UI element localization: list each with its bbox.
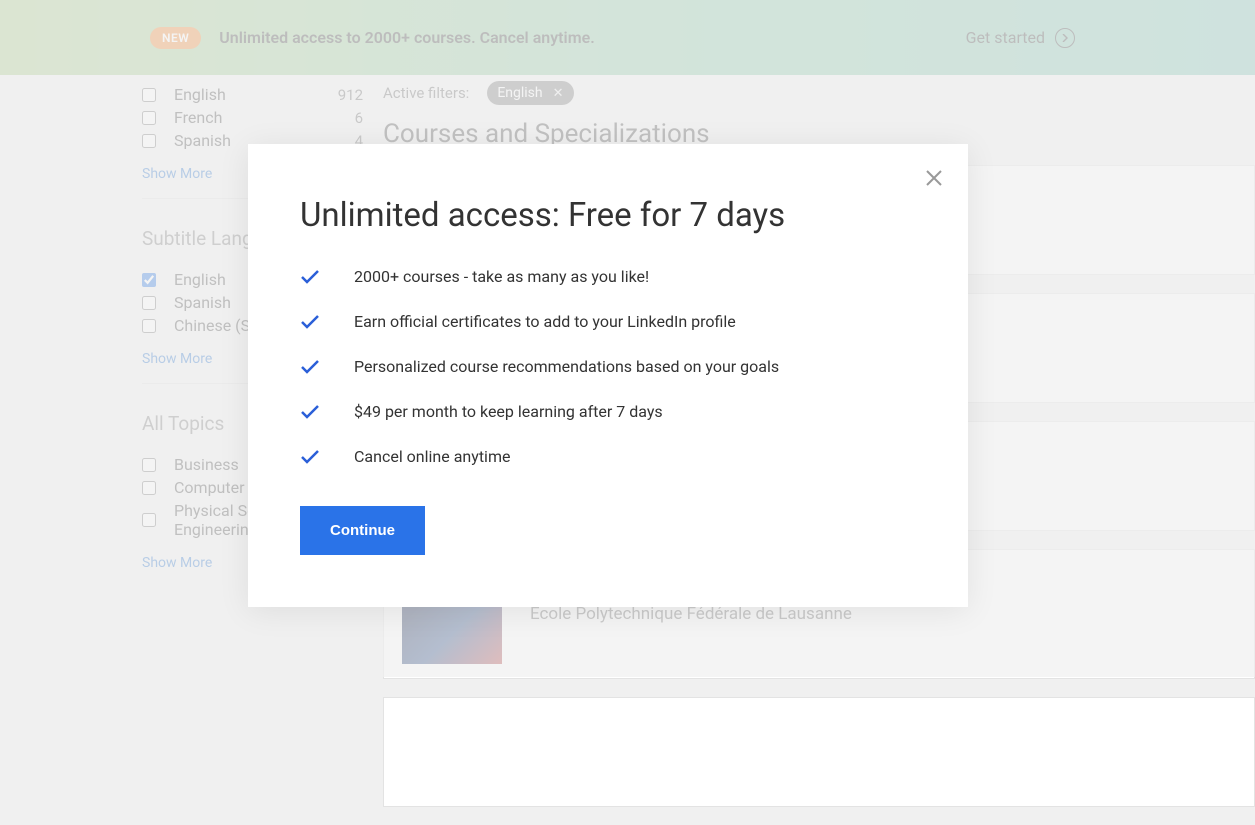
check-icon bbox=[300, 404, 320, 420]
modal-close-button[interactable] bbox=[924, 168, 944, 188]
check-icon bbox=[300, 449, 320, 465]
modal-title: Unlimited access: Free for 7 days bbox=[300, 196, 916, 235]
check-icon bbox=[300, 269, 320, 285]
benefit-row: Personalized course recommendations base… bbox=[300, 357, 916, 376]
benefit-text: 2000+ courses - take as many as you like… bbox=[354, 267, 649, 286]
close-icon bbox=[924, 168, 944, 188]
benefit-row: Cancel online anytime bbox=[300, 447, 916, 466]
benefit-row: Earn official certificates to add to you… bbox=[300, 312, 916, 331]
check-icon bbox=[300, 314, 320, 330]
benefit-text: Cancel online anytime bbox=[354, 447, 510, 466]
benefit-row: 2000+ courses - take as many as you like… bbox=[300, 267, 916, 286]
benefit-text: Personalized course recommendations base… bbox=[354, 357, 779, 376]
upsell-modal: Unlimited access: Free for 7 days 2000+ … bbox=[248, 144, 968, 607]
benefit-text: $49 per month to keep learning after 7 d… bbox=[354, 402, 663, 421]
continue-button[interactable]: Continue bbox=[300, 506, 425, 555]
benefit-row: $49 per month to keep learning after 7 d… bbox=[300, 402, 916, 421]
course-card[interactable] bbox=[383, 697, 1255, 807]
benefit-text: Earn official certificates to add to you… bbox=[354, 312, 736, 331]
check-icon bbox=[300, 359, 320, 375]
